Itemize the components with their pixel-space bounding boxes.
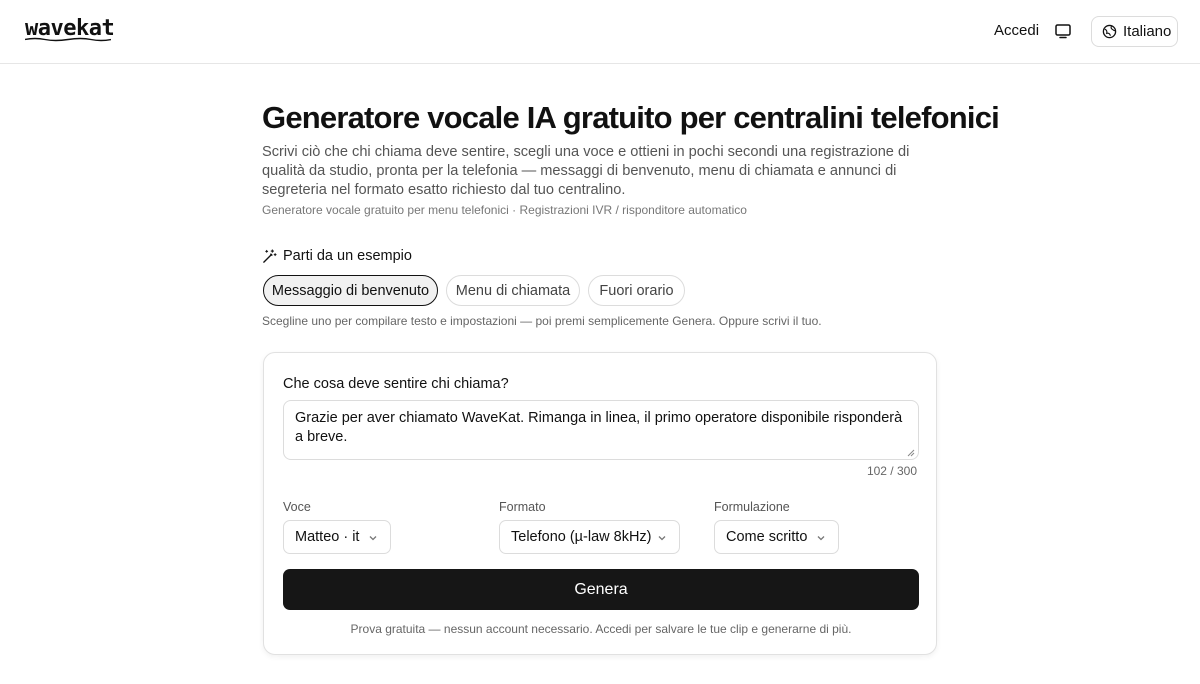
page-tags: Generatore vocale gratuito per menu tele… (262, 203, 747, 217)
voice-select[interactable]: Matteo · it (283, 520, 391, 554)
character-counter: 102 / 300 (866, 464, 917, 478)
page-title: Generatore vocale IA gratuito per centra… (262, 100, 1000, 135)
footnote: Prova gratuita — nessun account necessar… (350, 622, 852, 636)
generate-button[interactable]: Genera (283, 569, 919, 610)
magic-wand-icon (263, 248, 277, 263)
format-value: Telefono (µ-law 8kHz) (511, 529, 652, 545)
phrasing-select[interactable]: Come scritto (714, 520, 839, 554)
chevron-down-icon (817, 536, 825, 541)
example-chip-after-hours[interactable]: Fuori orario (588, 275, 685, 306)
logo-underline (25, 37, 111, 42)
resize-handle-icon[interactable] (907, 449, 915, 457)
language-label: Italiano (1123, 23, 1172, 40)
voice-label: Voce (283, 500, 311, 514)
monitor-icon[interactable] (1054, 22, 1072, 40)
message-textarea[interactable] (283, 400, 919, 460)
phrasing-label: Formulazione (714, 500, 790, 514)
chevron-down-icon (369, 536, 377, 541)
format-select[interactable]: Telefono (µ-law 8kHz) (499, 520, 680, 554)
top-bar: wavekat Accedi Italiano (0, 0, 1200, 64)
globe-icon (1102, 24, 1117, 39)
examples-heading-text: Parti da un esempio (283, 248, 412, 264)
message-label: Che cosa deve sentire chi chiama? (283, 376, 509, 392)
phrasing-value: Come scritto (726, 529, 808, 545)
language-selector[interactable]: Italiano (1091, 16, 1178, 47)
generator-card: Che cosa deve sentire chi chiama? 102 / … (263, 352, 937, 655)
format-label: Formato (499, 500, 546, 514)
example-chip-welcome[interactable]: Messaggio di benvenuto (263, 275, 438, 306)
examples-hint: Scegline uno per compilare testo e impos… (262, 314, 822, 328)
examples-heading: Parti da un esempio (262, 248, 412, 264)
page-description: Scrivi ciò che chi chiama deve sentire, … (262, 144, 910, 198)
signin-link[interactable]: Accedi (994, 22, 1039, 39)
chevron-down-icon (658, 536, 666, 541)
example-chip-call-menu[interactable]: Menu di chiamata (446, 275, 580, 306)
voice-value: Matteo · it (295, 529, 360, 545)
